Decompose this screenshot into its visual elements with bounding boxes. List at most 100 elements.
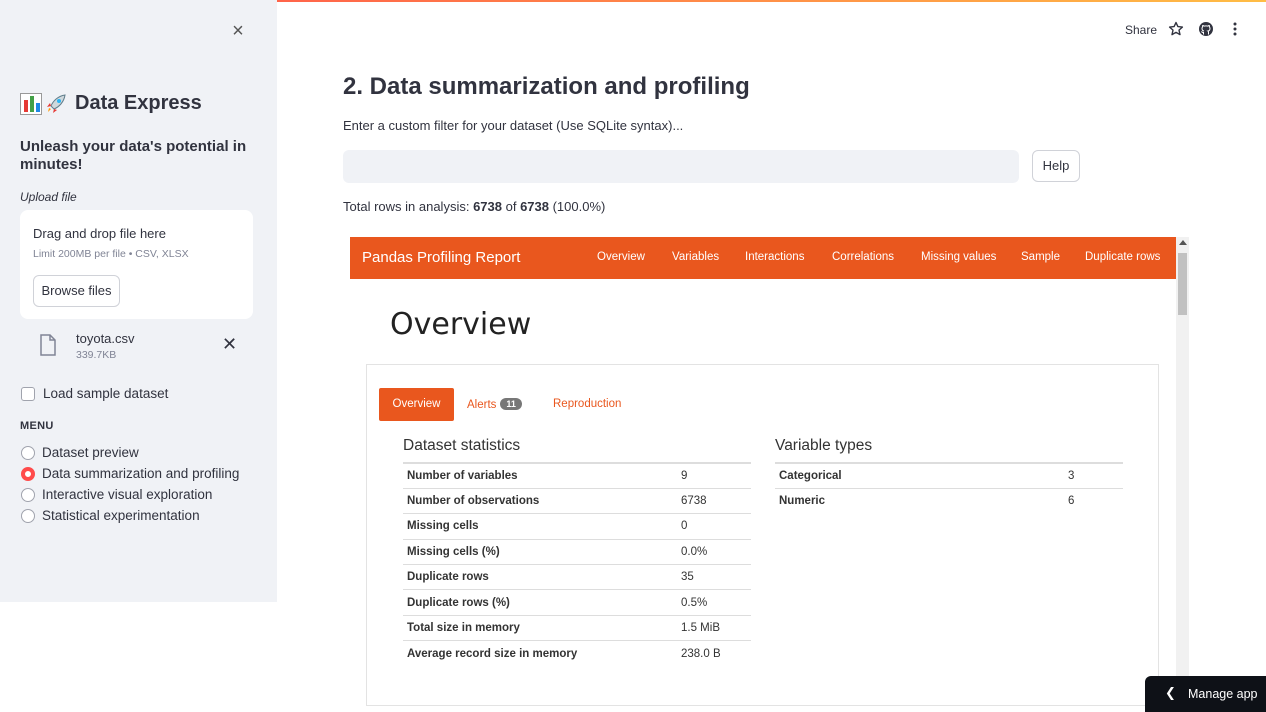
- report-section-heading: Overview: [390, 307, 532, 342]
- radio-button-selected[interactable]: [21, 466, 35, 481]
- dataset-statistics-table: Number of variables 9 Number of observati…: [403, 461, 751, 667]
- menu-heading: MENU: [20, 420, 54, 432]
- tab-overview[interactable]: Overview: [379, 388, 454, 421]
- menu-item-statistical-experimentation[interactable]: Statistical experimentation: [21, 505, 239, 526]
- total-rows-prefix: Total rows in analysis:: [343, 199, 474, 214]
- manage-app-label: Manage app: [1188, 687, 1258, 701]
- stat-value: 35: [677, 564, 751, 590]
- menu-item-dataset-preview[interactable]: Dataset preview: [21, 442, 239, 463]
- scroll-up-icon[interactable]: [1179, 240, 1187, 245]
- page-title: 2. Data summarization and profiling: [343, 73, 750, 100]
- report-navbar: Pandas Profiling Report Overview Variabl…: [350, 237, 1176, 279]
- stat-value: 1.5 MiB: [677, 614, 751, 641]
- github-icon[interactable]: [1198, 21, 1214, 42]
- report-brand[interactable]: Pandas Profiling Report: [362, 249, 520, 266]
- table-row: Average record size in memory 238.0 B: [403, 640, 751, 667]
- report-nav-correlations[interactable]: Correlations: [832, 251, 894, 263]
- upload-label: Upload file: [20, 190, 77, 204]
- radio-button[interactable]: [21, 487, 35, 502]
- type-key: Numeric: [775, 487, 1064, 514]
- file-size: 339.7KB: [76, 349, 117, 361]
- menu-item-label: Dataset preview: [42, 445, 139, 460]
- sidebar: × Data Express Unleash your data's poten…: [0, 0, 277, 602]
- report-scrollbar[interactable]: [1176, 237, 1189, 712]
- stat-key: Duplicate rows (%): [403, 589, 677, 616]
- alerts-count-badge: 11: [500, 398, 522, 410]
- dropzone-limit: Limit 200MB per file • CSV, XLSX: [33, 248, 189, 260]
- custom-filter-input[interactable]: [343, 150, 1019, 183]
- report-nav-overview[interactable]: Overview: [597, 251, 645, 263]
- table-row: Categorical 3: [775, 461, 1123, 489]
- stat-value: 9: [677, 461, 751, 489]
- more-options-icon[interactable]: [1229, 21, 1241, 42]
- variable-types-title: Variable types: [775, 437, 873, 454]
- tab-alerts-label: Alerts: [467, 399, 497, 411]
- file-icon: [39, 334, 57, 361]
- rows-in-analysis: 6738: [473, 199, 502, 214]
- report-nav-sample[interactable]: Sample: [1021, 251, 1060, 263]
- file-name: toyota.csv: [76, 331, 135, 346]
- tab-reproduction[interactable]: Reproduction: [553, 398, 621, 410]
- rows-percent: (100.0%): [548, 199, 606, 214]
- remove-file-icon[interactable]: ✕: [222, 334, 237, 355]
- checkbox-box[interactable]: [21, 386, 35, 401]
- filter-label: Enter a custom filter for your dataset (…: [343, 118, 684, 133]
- menu-item-label: Interactive visual exploration: [42, 487, 213, 502]
- stat-value: 6738: [677, 487, 751, 514]
- total-rows-text: Total rows in analysis: 6738 of 6738 (10…: [343, 199, 605, 214]
- variable-types-table: Categorical 3 Numeric 6: [775, 461, 1123, 514]
- menu-item-data-summarization[interactable]: Data summarization and profiling: [21, 463, 239, 484]
- report-nav-interactions[interactable]: Interactions: [745, 251, 804, 263]
- stat-value: 0.5%: [677, 589, 751, 616]
- rocket-icon: [45, 93, 67, 115]
- help-button[interactable]: Help: [1032, 150, 1080, 182]
- close-sidebar-icon[interactable]: ×: [229, 21, 247, 41]
- chevron-left-icon: ❮: [1165, 685, 1176, 700]
- app-subtitle: Unleash your data's potential in minutes…: [20, 138, 247, 173]
- table-row: Number of variables 9: [403, 461, 751, 489]
- stat-key: Missing cells: [403, 513, 677, 540]
- uploaded-file: toyota.csv 339.7KB ✕: [20, 328, 253, 366]
- menu-item-label: Statistical experimentation: [42, 508, 200, 523]
- load-sample-checkbox[interactable]: Load sample dataset: [21, 386, 168, 401]
- profiling-report-frame: Pandas Profiling Report Overview Variabl…: [350, 237, 1189, 712]
- report-nav-duplicate-rows[interactable]: Duplicate rows: [1085, 251, 1160, 263]
- checkbox-label: Load sample dataset: [43, 386, 169, 401]
- menu-item-label: Data summarization and profiling: [42, 466, 240, 481]
- table-row: Number of observations 6738: [403, 487, 751, 514]
- stat-value: 0: [677, 513, 751, 540]
- scroll-thumb[interactable]: [1178, 253, 1187, 315]
- type-value: 6: [1064, 487, 1123, 514]
- app-title-text: Data Express: [75, 92, 202, 114]
- stat-key: Missing cells (%): [403, 538, 677, 565]
- dropzone-instructions: Drag and drop file here: [33, 226, 166, 241]
- table-row: Numeric 6: [775, 487, 1123, 514]
- table-row: Total size in memory 1.5 MiB: [403, 614, 751, 641]
- type-value: 3: [1064, 461, 1123, 489]
- type-key: Categorical: [775, 461, 1064, 489]
- menu-item-visual-exploration[interactable]: Interactive visual exploration: [21, 484, 239, 505]
- stat-key: Duplicate rows: [403, 564, 677, 590]
- stat-key: Number of observations: [403, 487, 677, 514]
- radio-button[interactable]: [21, 445, 35, 460]
- stat-value: 238.0 B: [677, 640, 751, 667]
- dataset-statistics-title: Dataset statistics: [403, 437, 521, 454]
- report-nav-variables[interactable]: Variables: [672, 251, 719, 263]
- overview-panel: Overview Alerts 11 Reproduction Dataset s…: [366, 364, 1159, 706]
- menu-radio-group: Dataset preview Data summarization and p…: [21, 442, 239, 526]
- stat-value: 0.0%: [677, 538, 751, 565]
- table-row: Missing cells (%) 0.0%: [403, 538, 751, 565]
- tab-alerts[interactable]: Alerts 11: [467, 398, 522, 411]
- app-title: Data Express: [20, 92, 202, 115]
- manage-app-button[interactable]: ❮ Manage app: [1145, 676, 1266, 712]
- browse-files-button[interactable]: Browse files: [33, 275, 120, 307]
- report-nav-missing-values[interactable]: Missing values: [921, 251, 996, 263]
- share-button[interactable]: Share: [1125, 23, 1157, 43]
- radio-button[interactable]: [21, 508, 35, 523]
- table-row: Missing cells 0: [403, 513, 751, 540]
- star-icon[interactable]: [1168, 21, 1184, 42]
- file-dropzone[interactable]: Drag and drop file here Limit 200MB per …: [20, 210, 253, 319]
- table-row: Duplicate rows (%) 0.5%: [403, 589, 751, 616]
- bar-chart-icon: [20, 92, 42, 115]
- table-row: Duplicate rows 35: [403, 564, 751, 590]
